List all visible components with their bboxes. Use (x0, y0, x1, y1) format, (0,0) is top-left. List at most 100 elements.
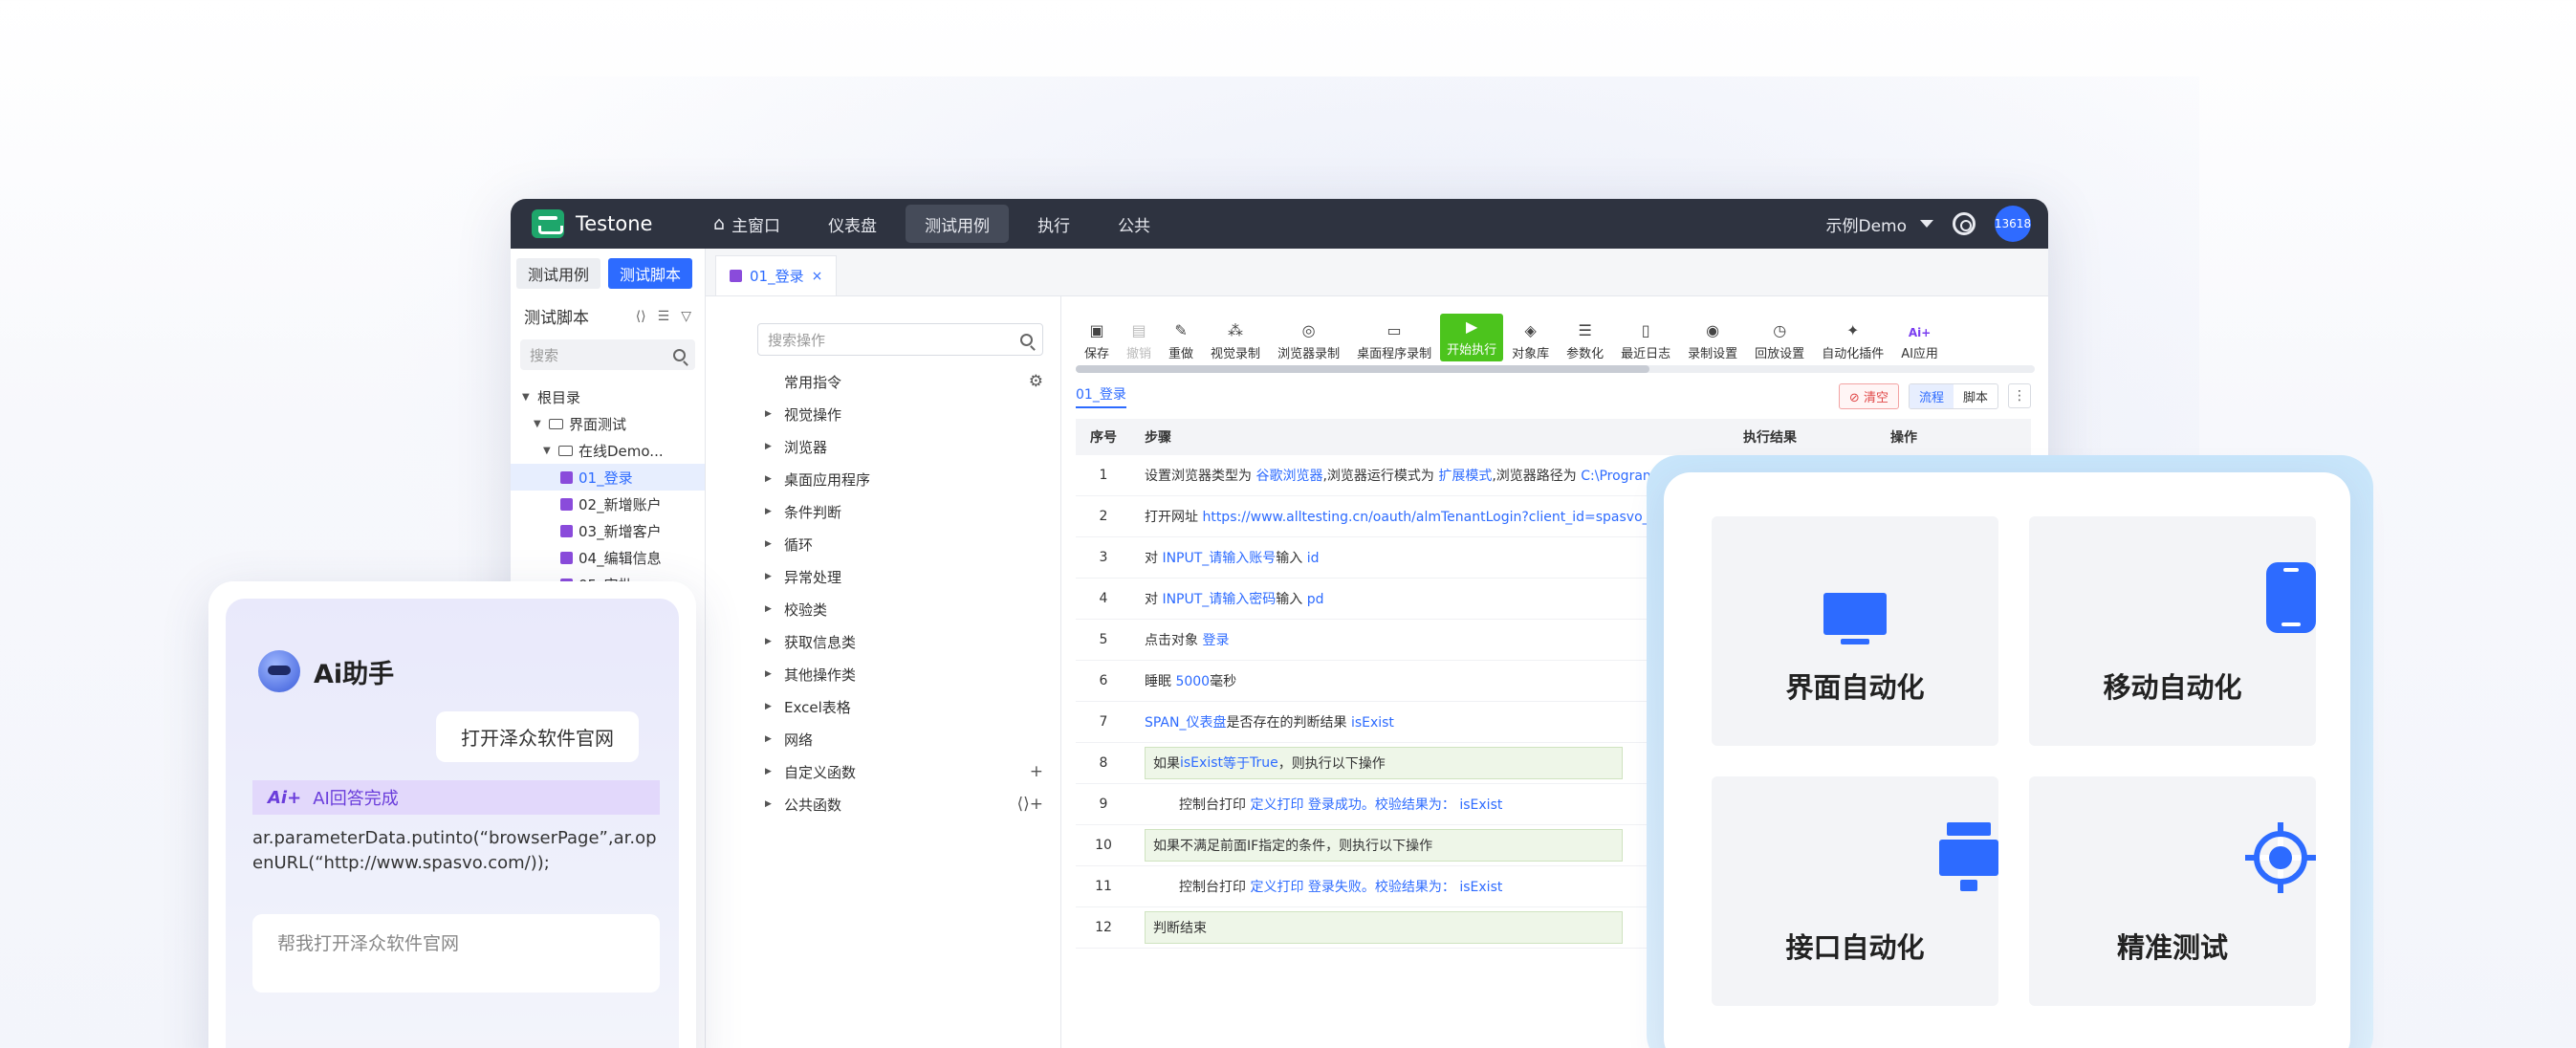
op-category[interactable]: ▶ 条件判断 (765, 495, 1043, 528)
ai-prompt-input[interactable]: 帮我打开泽众软件官网 (252, 914, 660, 993)
browser-record-button[interactable]: ◎ 浏览器录制 (1269, 321, 1348, 361)
op-category[interactable]: ▶ 公共函数 ⟨⟩+ (765, 788, 1043, 820)
desktop-record-button[interactable]: ▭ 桌面程序录制 (1348, 321, 1440, 361)
op-common-commands[interactable]: 常用指令 ⚙ (765, 365, 1043, 398)
op-label: Excel表格 (784, 698, 851, 716)
undo-button[interactable]: ▤ 撤销 (1118, 321, 1160, 361)
ai-icon: Ai+ (1908, 326, 1932, 339)
parameterize-button[interactable]: ☰ 参数化 (1558, 321, 1612, 361)
sidebar-search-input[interactable]: 搜索 (520, 339, 695, 370)
op-category[interactable]: ▶ 获取信息类 (765, 625, 1043, 658)
network-port-icon (1939, 822, 1998, 891)
nav-execute[interactable]: 执行 (1018, 205, 1089, 243)
project-selector[interactable]: 示例Demo (1825, 212, 1933, 236)
step-param: INPUT_请输入密码 (1162, 592, 1277, 607)
nav-public[interactable]: 公共 (1099, 205, 1169, 243)
op-category[interactable]: ▶ Excel表格 (765, 690, 1043, 723)
op-category[interactable]: ▶ 其他操作类 (765, 658, 1043, 690)
ai-status-text: AI回答完成 (313, 789, 399, 809)
monitor-icon (1823, 562, 1887, 644)
redo-button[interactable]: ✎ 重做 (1160, 321, 1202, 361)
replay-settings-button[interactable]: ◷ 回放设置 (1746, 321, 1813, 361)
script-subtab[interactable]: 01_登录 (1076, 384, 1126, 408)
view-script-button[interactable]: 脚本 (1954, 384, 1997, 408)
tree-group[interactable]: ▼ 界面测试 (511, 410, 705, 437)
search-icon[interactable] (673, 348, 686, 361)
step-text: ,浏览器运行模式为 (1322, 469, 1439, 484)
feature-card-mobile[interactable]: 移动自动化 (2029, 516, 2316, 746)
op-category[interactable]: ▶ 浏览器 (765, 430, 1043, 463)
tree-root[interactable]: ▼ 根目录 (511, 383, 705, 410)
step-param: 定义打印 (1250, 797, 1304, 813)
more-options-icon[interactable]: ⋮ (2008, 383, 2031, 408)
feature-label: 界面自动化 (1785, 671, 1925, 704)
target-icon (2245, 822, 2316, 893)
operation-search-input[interactable]: 搜索操作 (757, 323, 1043, 356)
filter-list-icon[interactable]: ☰ (658, 309, 670, 324)
settings-gear-icon[interactable] (1953, 212, 1976, 235)
app-logo[interactable]: Testone (532, 209, 694, 238)
step-param: 5000 (1175, 674, 1211, 689)
save-button[interactable]: ▣ 保存 (1076, 321, 1118, 361)
object-library-button[interactable]: ◈ 对象库 (1503, 321, 1558, 361)
step-param: id (1306, 551, 1320, 566)
sidebar-header: 测试脚本 ⟨⟩ ☰ ▽ (511, 298, 705, 334)
record-settings-button[interactable]: ◉ 录制设置 (1679, 321, 1746, 361)
nav-execute-label: 执行 (1037, 216, 1071, 236)
tree-case-02[interactable]: 02_新增账户 (511, 491, 705, 517)
close-icon[interactable]: × (812, 269, 823, 284)
file-tab-login[interactable]: 01_登录 × (715, 255, 838, 295)
tree-case-03[interactable]: 03_新增客户 (511, 517, 705, 544)
op-category[interactable]: ▶ 自定义函数 + (765, 755, 1043, 788)
op-category[interactable]: ▶ 异常处理 (765, 560, 1043, 593)
op-category[interactable]: ▶ 视觉操作 (765, 398, 1043, 430)
tree-folder[interactable]: ▼ 在线Demo... (511, 437, 705, 464)
nav-test-cases[interactable]: 测试用例 (906, 205, 1010, 243)
toolbar-scrollbar[interactable] (1076, 365, 2035, 373)
tab-test-scripts[interactable]: 测试脚本 (608, 258, 693, 289)
op-category[interactable]: ▶ 网络 (765, 723, 1043, 755)
view-flow-button[interactable]: 流程 (1909, 383, 1954, 408)
topbar-right: 示例Demo 13618 (1825, 199, 2031, 249)
script-tree: ▼ 根目录 ▼ 界面测试 ▼ 在线Demo... 01_登录 02_新增账户 03_新… (511, 376, 705, 605)
expand-icon: ▼ (534, 418, 541, 429)
caret-right-icon: ▶ (765, 604, 772, 614)
feature-card-ui[interactable]: 界面自动化 (1712, 516, 1998, 746)
feature-card-precision[interactable]: 精准测试 (2029, 776, 2316, 1006)
column-header: 执行结果 (1743, 430, 1797, 446)
settings-icon[interactable]: ⚙ (1029, 372, 1043, 391)
tree-case-label: 02_新增账户 (579, 495, 662, 513)
tree-folder-label: 在线Demo... (579, 442, 664, 460)
code-add-icon[interactable]: ⟨⟩+ (1016, 795, 1043, 814)
toolbar-label: 录制设置 (1688, 347, 1738, 361)
nav-home[interactable]: ⌂ 主窗口 (694, 205, 799, 243)
ai-app-button[interactable]: Ai+ AI应用 (1892, 326, 1947, 361)
step-text: 对 (1145, 551, 1163, 566)
step-text: 睡眠 (1145, 674, 1176, 689)
feature-card-api[interactable]: 接口自动化 (1712, 776, 1998, 1006)
user-avatar[interactable]: 13618 (1995, 206, 2031, 242)
op-label: 视觉操作 (784, 405, 842, 424)
filter-icon[interactable]: ▽ (681, 309, 691, 324)
op-label: 桌面应用程序 (784, 470, 871, 489)
tree-case-01[interactable]: 01_登录 (511, 464, 705, 491)
op-category[interactable]: ▶ 桌面应用程序 (765, 463, 1043, 495)
tab-test-cases[interactable]: 测试用例 (516, 258, 601, 289)
visual-record-button[interactable]: ⁂ 视觉录制 (1202, 321, 1269, 361)
caret-right-icon: ▶ (765, 669, 772, 679)
automation-plugin-button[interactable]: ✦ 自动化插件 (1813, 321, 1892, 361)
sidebar-search-placeholder: 搜索 (530, 346, 559, 364)
tree-case-04[interactable]: 04_编辑信息 (511, 544, 705, 571)
nav-dashboard[interactable]: 仪表盘 (809, 205, 896, 243)
op-label: 网络 (784, 731, 814, 749)
op-label: 公共函数 (784, 796, 842, 814)
add-icon[interactable]: + (1030, 762, 1043, 781)
op-category[interactable]: ▶ 循环 (765, 528, 1043, 560)
collapse-icon[interactable]: ⟨⟩ (636, 309, 646, 324)
recent-log-button[interactable]: ▯ 最近日志 (1612, 321, 1679, 361)
op-category[interactable]: ▶ 校验类 (765, 593, 1043, 625)
search-icon[interactable] (1020, 333, 1033, 346)
toolbar-label: 撤销 (1126, 347, 1152, 361)
clear-button[interactable]: ⊘ 清空 (1838, 382, 1899, 409)
run-button[interactable]: ▶ 开始执行 (1440, 314, 1504, 361)
